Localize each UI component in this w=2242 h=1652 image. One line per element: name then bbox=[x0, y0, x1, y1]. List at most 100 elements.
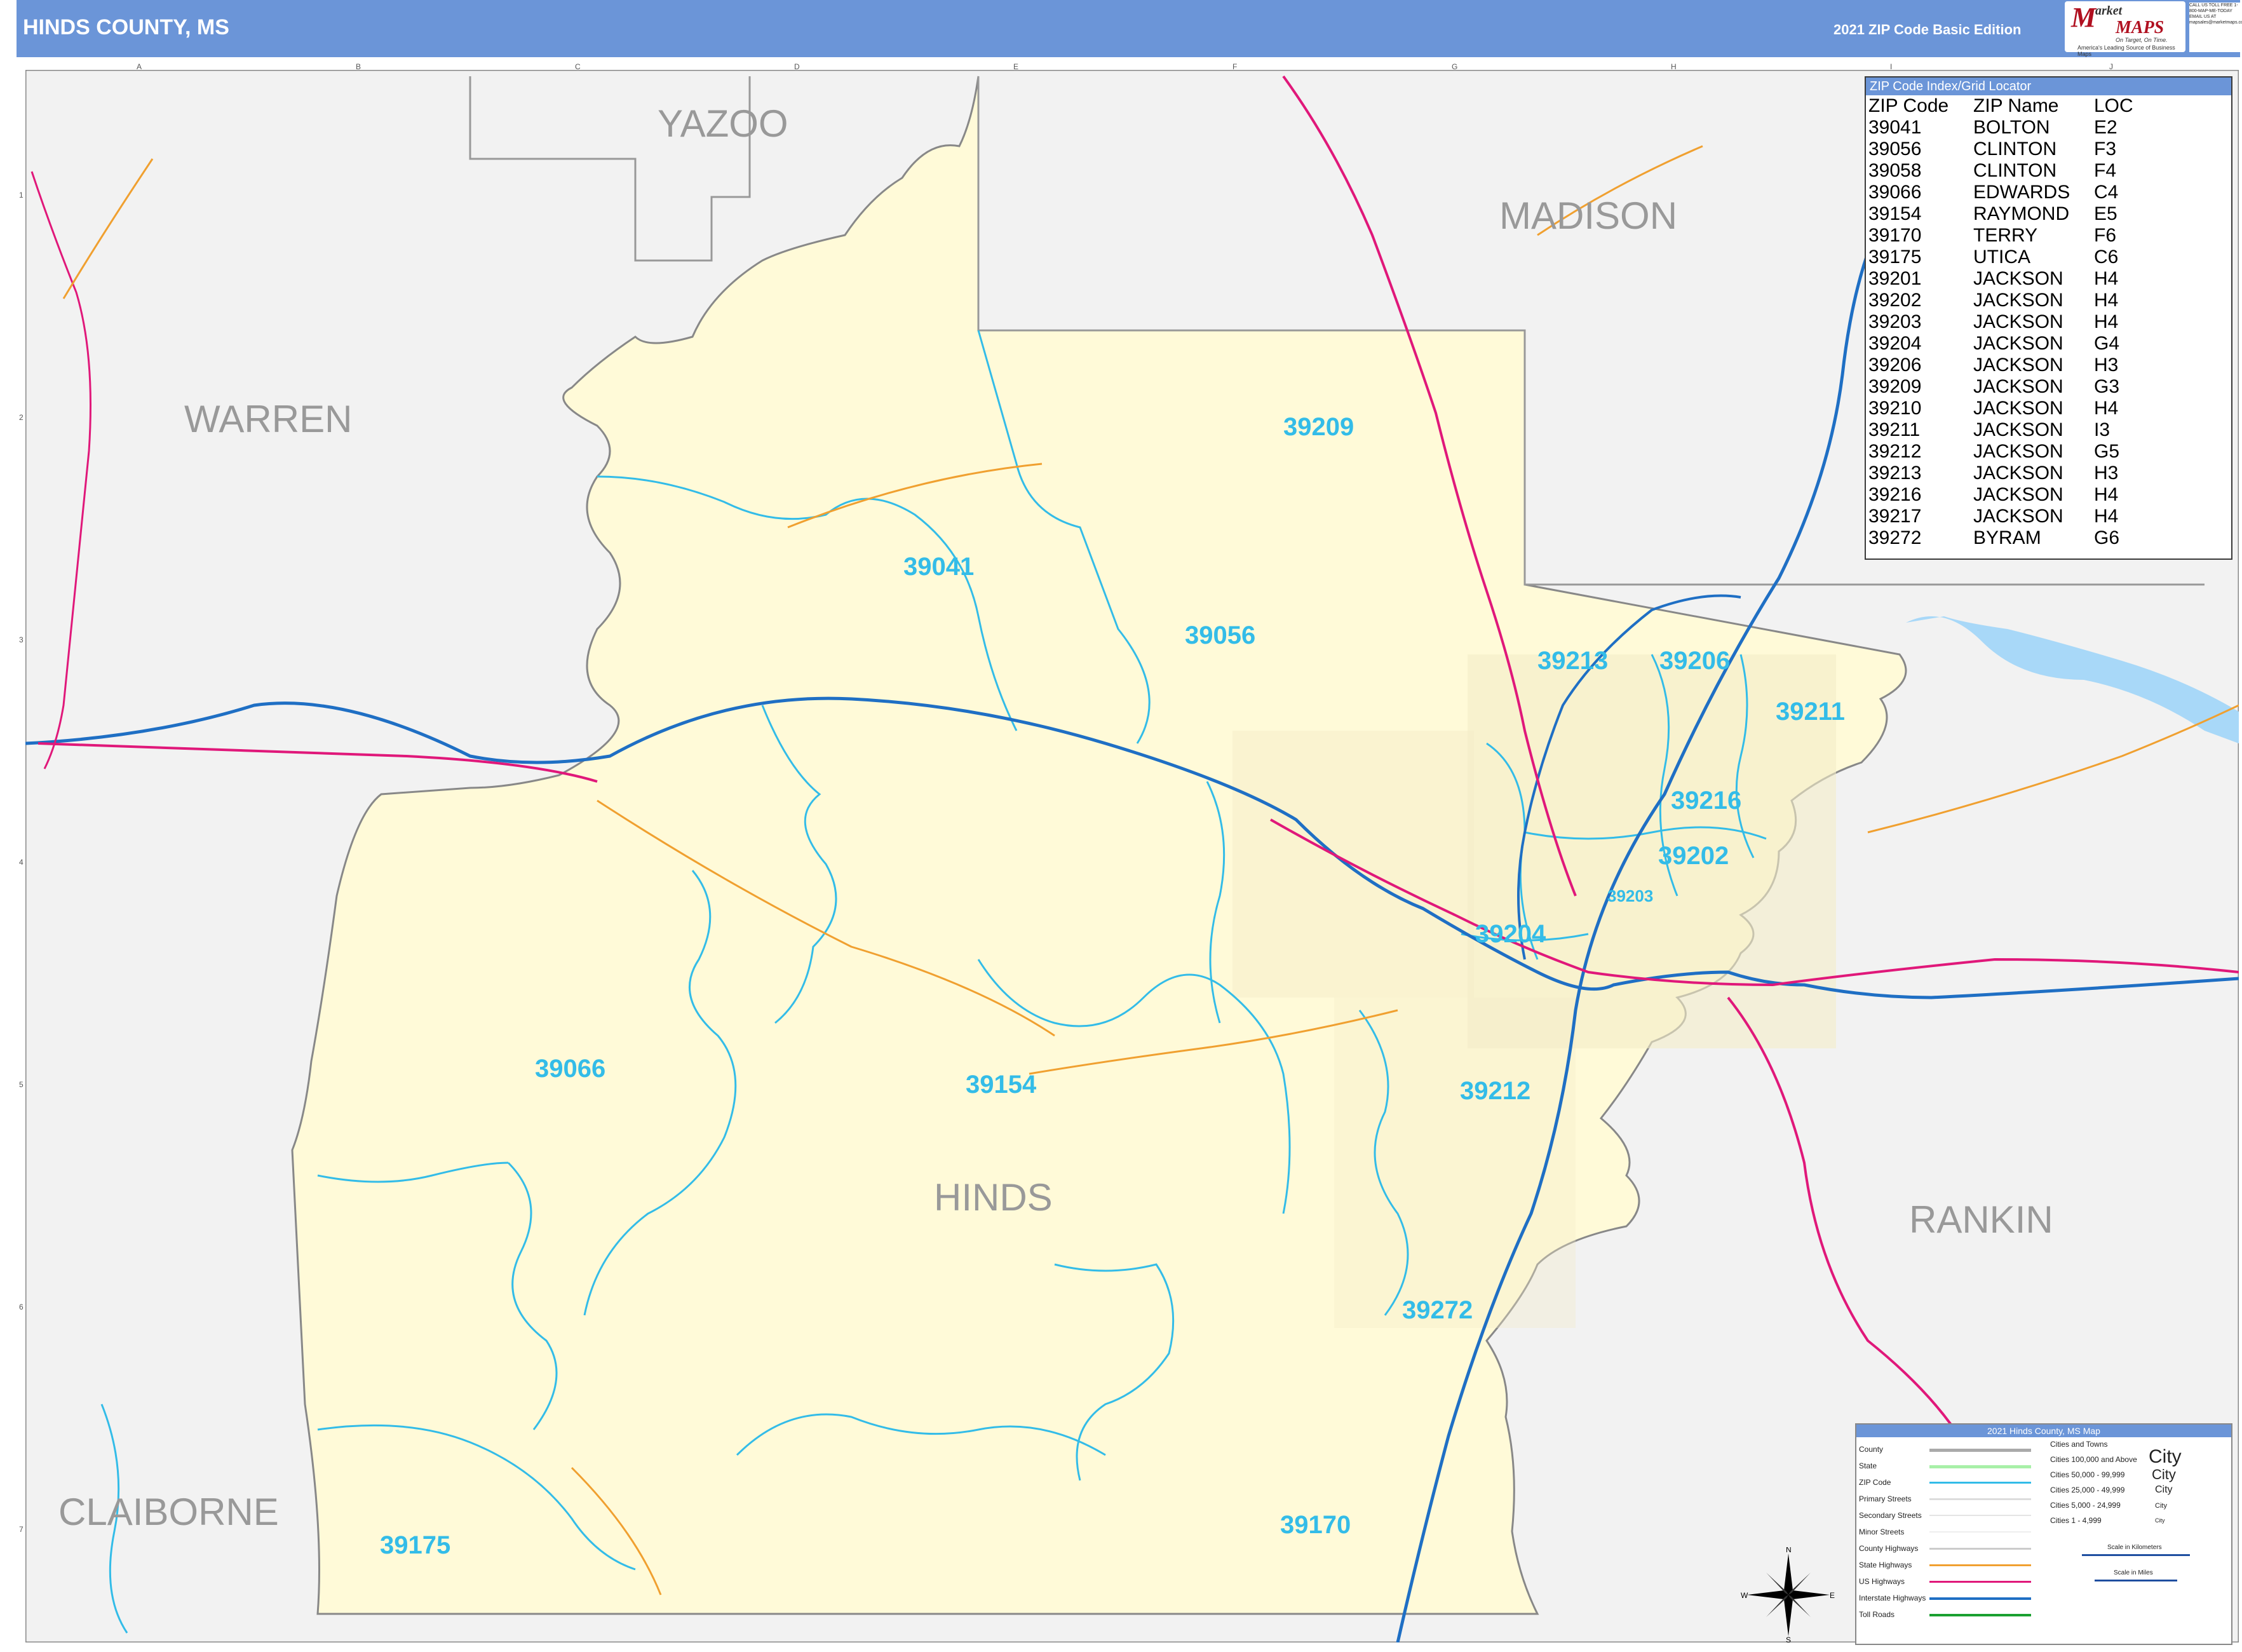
legend-scale-km-bar bbox=[2082, 1554, 2190, 1556]
col-header-name: ZIP Name bbox=[1973, 95, 2059, 116]
zip-cell: 39213 bbox=[1868, 463, 1922, 484]
legend-city-tier-2: Cities 50,000 - 99,999 bbox=[2050, 1470, 2125, 1479]
loc-cell: H4 bbox=[2094, 290, 2119, 311]
legend-minor-swatch bbox=[1929, 1531, 2031, 1533]
compass-n: N bbox=[1786, 1547, 1792, 1554]
table-row: 39217 JACKSON H4 bbox=[1868, 506, 2133, 527]
zip-index-table: ZIP Code Index/Grid Locator ZIP Code ZIP… bbox=[1865, 76, 2232, 560]
legend-state-hwy: State Highways bbox=[1859, 1561, 1912, 1569]
byram-urban-area bbox=[1334, 998, 1576, 1328]
zip-cell: 39201 bbox=[1868, 268, 1922, 289]
county-label-claiborne: CLAIBORNE bbox=[58, 1491, 279, 1533]
county-label-yazoo: YAZOO bbox=[658, 102, 788, 145]
grid-row-7: 7 bbox=[19, 1525, 24, 1534]
name-cell: BYRAM bbox=[1973, 527, 2041, 548]
zip-label-39204: 39204 bbox=[1475, 920, 1546, 948]
name-cell: RAYMOND bbox=[1973, 203, 2070, 224]
name-cell: JACKSON bbox=[1973, 419, 2063, 440]
table-row: 39203 JACKSON H4 bbox=[1868, 311, 2133, 333]
zip-cell: 39272 bbox=[1868, 527, 1922, 548]
grid-row-3: 3 bbox=[19, 635, 24, 644]
zip-cell: 39204 bbox=[1868, 333, 1922, 354]
zip-cell: 39209 bbox=[1868, 376, 1922, 397]
map-title: HINDS COUNTY, MS bbox=[23, 15, 229, 39]
logo-tagline: On Target, On Time. bbox=[2116, 37, 2168, 43]
grid-row-5: 5 bbox=[19, 1080, 24, 1089]
name-cell: JACKSON bbox=[1973, 506, 2063, 527]
loc-cell: C6 bbox=[2094, 247, 2119, 267]
legend-county-hwy-swatch bbox=[1929, 1548, 2031, 1550]
legend-city-tier-1: Cities 100,000 and Above bbox=[2050, 1455, 2137, 1464]
header-bar: HINDS COUNTY, MS 2021 ZIP Code Basic Edi… bbox=[17, 0, 2240, 57]
legend-city-sample-5: City bbox=[2155, 1517, 2165, 1524]
zip-label-39203: 39203 bbox=[1607, 886, 1654, 905]
zip-cell: 39212 bbox=[1868, 441, 1922, 462]
name-cell: EDWARDS bbox=[1973, 182, 2070, 203]
legend-primary-swatch bbox=[1929, 1498, 2031, 1500]
loc-cell: G6 bbox=[2094, 527, 2120, 548]
loc-cell: H4 bbox=[2094, 311, 2119, 332]
zip-label-39216: 39216 bbox=[1671, 787, 1742, 815]
table-row: 39154 RAYMOND E5 bbox=[1868, 203, 2133, 225]
name-cell: CLINTON bbox=[1973, 139, 2057, 159]
logo-tagline-2: America's Leading Source of Business Map… bbox=[2077, 44, 2175, 57]
loc-cell: H3 bbox=[2094, 463, 2119, 484]
zip-label-39056: 39056 bbox=[1185, 621, 1256, 649]
legend-interstate: Interstate Highways bbox=[1859, 1594, 1926, 1602]
market-maps-logo: M arket MAPS On Target, On Time. America… bbox=[2065, 1, 2185, 57]
legend-city-tier-4: Cities 5,000 - 24,999 bbox=[2050, 1501, 2121, 1510]
table-row: 39201 JACKSON H4 bbox=[1868, 268, 2133, 290]
zip-index-header-row: ZIP Code ZIP Name LOC bbox=[1868, 95, 2133, 117]
legend-city-tier-3: Cities 25,000 - 49,999 bbox=[2050, 1486, 2125, 1494]
compass-w: W bbox=[1741, 1591, 1748, 1600]
col-header-loc: LOC bbox=[2094, 95, 2133, 116]
zip-cell: 39170 bbox=[1868, 225, 1922, 246]
name-cell: JACKSON bbox=[1973, 290, 2063, 311]
edition-label: 2021 ZIP Code Basic Edition bbox=[1833, 22, 2022, 37]
zip-cell: 39066 bbox=[1868, 182, 1922, 203]
legend-city-sample-1: City bbox=[2149, 1446, 2182, 1467]
table-row: 39170 TERRY F6 bbox=[1868, 225, 2133, 247]
name-cell: JACKSON bbox=[1973, 441, 2063, 462]
loc-cell: E5 bbox=[2094, 203, 2117, 224]
zip-cell: 39203 bbox=[1868, 311, 1922, 332]
legend-state: State bbox=[1859, 1461, 1877, 1470]
legend-scale-km: Scale in Kilometers bbox=[2107, 1544, 2162, 1551]
grid-row-1: 1 bbox=[19, 191, 24, 200]
zip-cell: 39210 bbox=[1868, 398, 1922, 419]
logo-maps: MAPS bbox=[2116, 18, 2164, 37]
zip-cell: 39041 bbox=[1868, 117, 1922, 138]
loc-cell: I3 bbox=[2094, 419, 2110, 440]
loc-cell: G3 bbox=[2094, 376, 2120, 397]
loc-cell: C4 bbox=[2094, 182, 2119, 203]
table-row: 39209 JACKSON G3 bbox=[1868, 376, 2133, 398]
legend-city-sample-3: City bbox=[2155, 1484, 2173, 1495]
loc-cell: G4 bbox=[2094, 333, 2120, 354]
zip-index-title: ZIP Code Index/Grid Locator bbox=[1866, 78, 2231, 95]
table-row: 39210 JACKSON H4 bbox=[1868, 398, 2133, 419]
table-row: 39175 UTICA C6 bbox=[1868, 247, 2133, 268]
zip-cell: 39175 bbox=[1868, 247, 1922, 267]
name-cell: JACKSON bbox=[1973, 484, 2063, 505]
table-row: 39041 BOLTON E2 bbox=[1868, 117, 2133, 139]
loc-cell: H4 bbox=[2094, 398, 2119, 419]
legend-secondary-swatch bbox=[1929, 1515, 2031, 1516]
zip-cell: 39216 bbox=[1868, 484, 1922, 505]
compass-rose-icon: N S W E bbox=[1741, 1547, 1835, 1642]
legend-city-tier-5: Cities 1 - 4,999 bbox=[2050, 1516, 2102, 1525]
name-cell: JACKSON bbox=[1973, 355, 2063, 376]
legend-us-hwy: US Highways bbox=[1859, 1577, 1905, 1586]
legend-scale-mi: Scale in Miles bbox=[2114, 1569, 2153, 1576]
legend-us-hwy-swatch bbox=[1929, 1581, 2031, 1583]
legend-city-sample-4: City bbox=[2155, 1502, 2167, 1510]
loc-cell: H3 bbox=[2094, 355, 2119, 376]
loc-cell: E2 bbox=[2094, 117, 2117, 138]
zip-cell: 39217 bbox=[1868, 506, 1922, 527]
table-row: 39202 JACKSON H4 bbox=[1868, 290, 2133, 311]
legend-toll: Toll Roads bbox=[1859, 1610, 1895, 1619]
table-row: 39212 JACKSON G5 bbox=[1868, 441, 2133, 463]
loc-cell: F6 bbox=[2094, 225, 2117, 246]
name-cell: JACKSON bbox=[1973, 463, 2063, 484]
table-row: 39216 JACKSON H4 bbox=[1868, 484, 2133, 506]
zip-label-39202: 39202 bbox=[1658, 842, 1729, 870]
